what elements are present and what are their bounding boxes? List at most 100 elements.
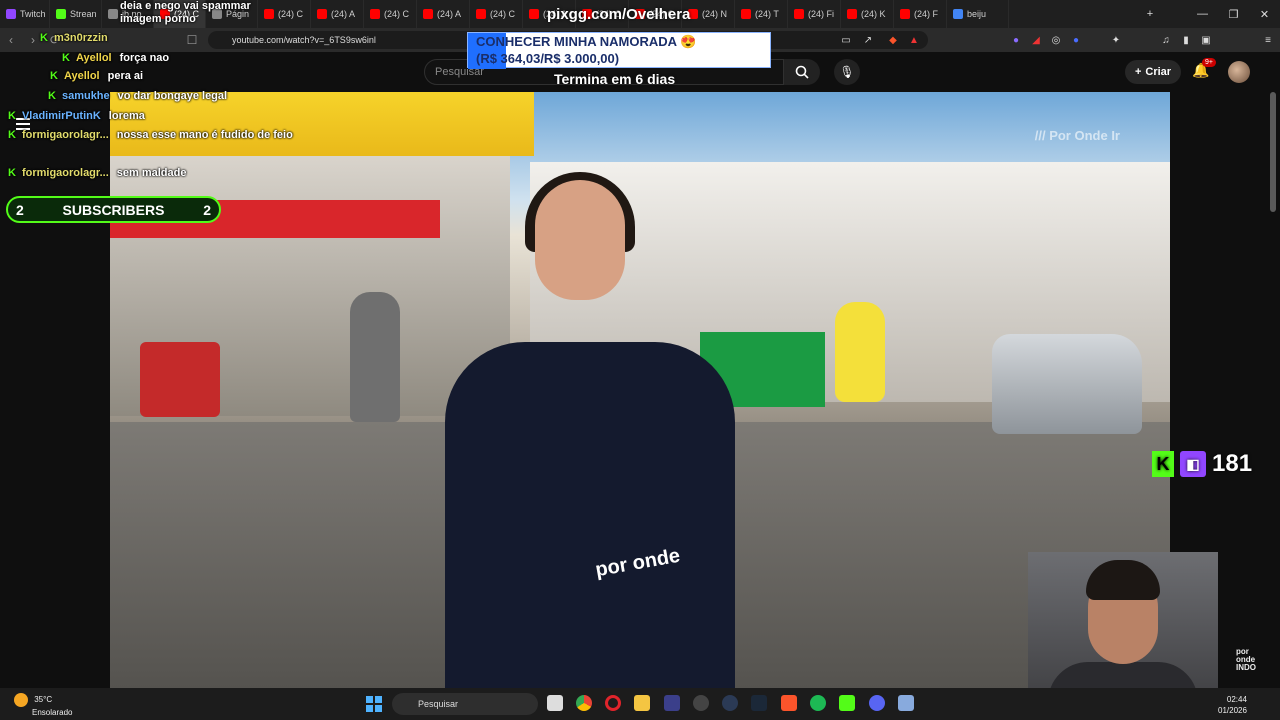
- browser-tab[interactable]: Twitch: [0, 0, 50, 28]
- chat-username: formigaorolagr...: [21, 129, 109, 141]
- tab-label: (24) C: [278, 9, 304, 19]
- tab-favicon-icon: [476, 9, 486, 19]
- chat-message: K VladimirPutinK lorema: [8, 110, 145, 122]
- minimize-icon[interactable]: —: [1187, 0, 1218, 28]
- subscribers-left: 2: [16, 201, 24, 218]
- brave-shield-icon[interactable]: ◆: [885, 30, 901, 50]
- browser-tab[interactable]: (24) F: [894, 0, 947, 28]
- clock[interactable]: 02:44 01/2026: [1218, 694, 1247, 716]
- browser-tab[interactable]: (24) K: [841, 0, 894, 28]
- chat-username: m3n0rzzin: [53, 32, 108, 44]
- notepad-icon[interactable]: [898, 695, 914, 711]
- brave-icon[interactable]: [781, 695, 797, 711]
- subscribers-bar: 2 SUBSCRIBERS 2: [6, 196, 221, 223]
- spotify-icon[interactable]: [810, 695, 826, 711]
- red-sofa: [140, 342, 220, 417]
- tab-favicon-icon: [56, 9, 66, 19]
- create-label: Criar: [1145, 66, 1172, 78]
- install-icon[interactable]: ▭: [838, 30, 854, 50]
- obs-icon[interactable]: [693, 695, 709, 711]
- chat-username: Ayellol: [75, 52, 112, 64]
- tab-label: (24) A: [437, 9, 462, 19]
- browser-tab[interactable]: (24) C: [364, 0, 417, 28]
- chat-message: deia e nego vai spammar imagem porno: [120, 0, 270, 26]
- maximize-icon[interactable]: ❐: [1218, 0, 1249, 28]
- extension-4-icon[interactable]: ●: [1068, 30, 1084, 50]
- subscribers-right: 2: [203, 201, 211, 218]
- file-explorer-icon[interactable]: [634, 695, 650, 711]
- mic-icon: 🎙: [839, 65, 855, 79]
- weather-text: Ensolarado: [32, 708, 73, 717]
- url-text: youtube.com/watch?v=_6TS9sw6inl: [232, 35, 376, 45]
- chat-username: formigaorolagr...: [21, 167, 109, 179]
- extensions-icon[interactable]: ✦: [1108, 30, 1124, 50]
- new-tab-icon[interactable]: +: [1140, 0, 1160, 28]
- tab-favicon-icon: [953, 9, 963, 19]
- kick-badge-icon: K: [8, 167, 16, 179]
- search-button[interactable]: [784, 59, 820, 85]
- browser-tab[interactable]: beiju: [947, 0, 1009, 28]
- goal-ends: Termina em 6 dias: [554, 71, 676, 87]
- close-window-icon[interactable]: ✕: [1249, 0, 1280, 28]
- taskbar-search[interactable]: Pesquisar: [392, 693, 538, 715]
- plus-icon: +: [1134, 66, 1142, 78]
- pix-url: pixgg.com/Ovelhera: [547, 6, 691, 23]
- avatar[interactable]: [1228, 61, 1250, 83]
- start-icon[interactable]: [366, 696, 382, 712]
- tab-label: (24) T: [755, 9, 779, 19]
- share-icon[interactable]: ↗: [860, 30, 876, 50]
- tab-favicon-icon: [317, 9, 327, 19]
- wallet-icon[interactable]: ▣: [1198, 30, 1214, 50]
- weather-widget[interactable]: 35°C Ensolarado: [14, 693, 72, 718]
- extension-2-icon[interactable]: ◢: [1028, 30, 1044, 50]
- voice-search-button[interactable]: 🎙: [834, 59, 860, 85]
- task-view-icon[interactable]: [547, 695, 563, 711]
- parked-car: [992, 334, 1142, 434]
- taskbar-search-label: Pesquisar: [418, 699, 459, 709]
- browser-tab[interactable]: (24) T: [735, 0, 788, 28]
- tab-label: (24) Fi: [808, 9, 835, 19]
- kick-badge-icon: K: [40, 32, 48, 44]
- window-controls: + — ❐ ✕: [1147, 0, 1280, 28]
- tab-favicon-icon: [900, 9, 910, 19]
- browser-tab[interactable]: (24) C: [470, 0, 523, 28]
- bookmark-icon[interactable]: ☐: [181, 28, 203, 52]
- brave-rewards-icon[interactable]: ▲: [906, 30, 922, 50]
- app-icon-2[interactable]: [722, 695, 738, 711]
- tab-label: Strean: [70, 9, 97, 19]
- browser-tab[interactable]: (24) Fi: [788, 0, 841, 28]
- tab-label: (24) C: [384, 9, 410, 19]
- host-person: por onde: [445, 172, 735, 688]
- search-icon: [795, 65, 809, 79]
- twitch-icon: ◧: [1180, 451, 1206, 477]
- chat-text: vo dar bongaye legal: [117, 90, 228, 102]
- media-icon[interactable]: ♫: [1158, 30, 1174, 50]
- windows-taskbar: 35°C Ensolarado Pesquisar 02:44 01/2026: [0, 688, 1280, 720]
- browser-tab[interactable]: (24) A: [417, 0, 470, 28]
- walking-man: [350, 292, 400, 422]
- app-icon-3[interactable]: [839, 695, 855, 711]
- tab-label: beiju: [967, 9, 987, 19]
- chrome-icon[interactable]: [576, 695, 592, 711]
- back-icon[interactable]: ‹: [0, 28, 22, 52]
- channel-watermark: /// Por Onde Ir: [1034, 128, 1120, 143]
- browser-tab[interactable]: (24) A: [311, 0, 364, 28]
- discord-icon[interactable]: [869, 695, 885, 711]
- app-icon-1[interactable]: [664, 695, 680, 711]
- video-player[interactable]: por onde /// Por Onde Ir: [110, 92, 1170, 688]
- tab-label: (24) N: [702, 9, 728, 19]
- chat-text: pera ai: [107, 70, 144, 82]
- scrollbar[interactable]: [1270, 92, 1276, 212]
- menu-icon[interactable]: ≡: [1260, 30, 1276, 50]
- extension-1-icon[interactable]: ●: [1008, 30, 1024, 50]
- opera-icon[interactable]: [605, 695, 621, 711]
- create-button[interactable]: + Criar: [1125, 60, 1181, 84]
- browser-tab[interactable]: Strean: [50, 0, 102, 28]
- goal-title: CONHECER MINHA NAMORADA 😍: [476, 34, 697, 49]
- chat-message: Kformigaorolagr... nossa esse mano é fudi…: [8, 129, 297, 141]
- tab-favicon-icon: [794, 9, 804, 19]
- chat-username: VladimirPutinK: [21, 110, 101, 122]
- extension-3-icon[interactable]: ◎: [1048, 30, 1064, 50]
- sidebar-icon[interactable]: ▮: [1178, 30, 1194, 50]
- steam-icon[interactable]: [751, 695, 767, 711]
